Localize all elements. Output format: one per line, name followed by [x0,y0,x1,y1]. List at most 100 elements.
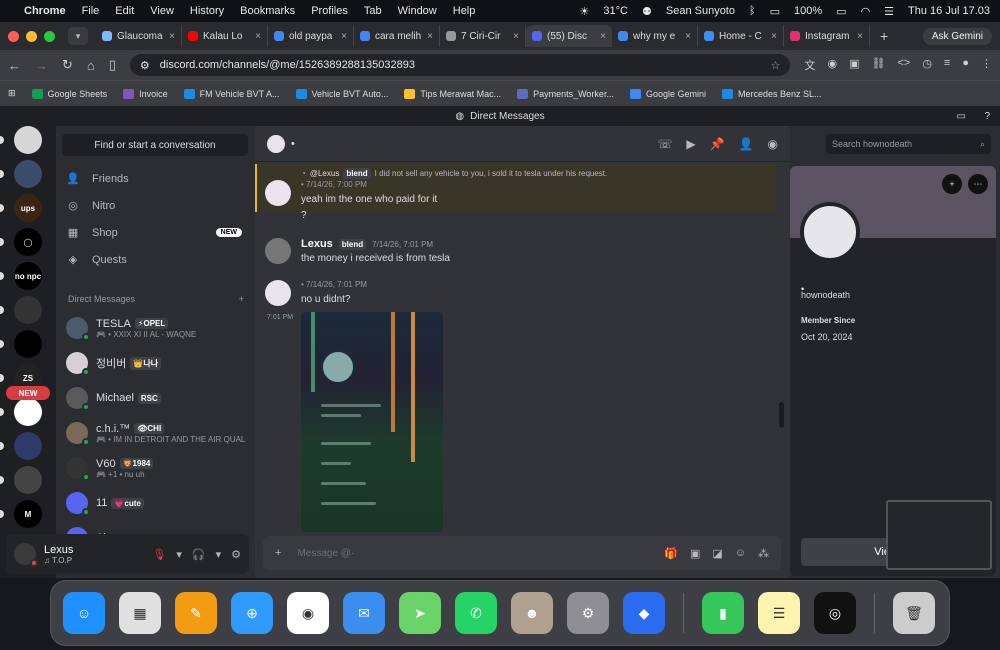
profile-avatar-large[interactable] [800,202,860,262]
settings-icon[interactable]: ⚙ [567,592,609,634]
close-tab-icon[interactable]: × [857,31,863,42]
tab-1[interactable]: Kalau Lo × [182,25,268,47]
close-tab-icon[interactable]: × [169,31,175,42]
trash-icon[interactable]: 🗑 [893,592,935,634]
tab-6[interactable]: why my e × [612,25,698,47]
tab-0[interactable]: Glaucoma × [96,25,182,47]
tab-4[interactable]: 7 Ciri-Cir × [440,25,526,47]
nav-shop[interactable]: ▦ Shop NEW [66,226,242,239]
wifi-icon[interactable]: ◠ [861,5,871,18]
message-avatar[interactable] [265,280,291,306]
apps-icon[interactable]: ⁂ [758,547,769,560]
menu-profiles[interactable]: Profiles [311,5,348,17]
code-icon[interactable]: <> [897,57,910,73]
nav-friends[interactable]: 👤 Friends [66,172,242,186]
control-center-icon[interactable]: ☰ [884,5,894,18]
numbers-icon[interactable]: ▮ [702,592,744,634]
site-info-icon[interactable]: ⚙ [140,59,150,72]
ask-gemini-button[interactable]: Ask Gemini [922,27,992,45]
server-icon[interactable]: no npc [14,262,42,290]
display-icon[interactable]: ▭ [770,5,780,18]
add-friend-icon[interactable]: + [942,174,962,194]
server-icon[interactable] [14,296,42,324]
server-icon[interactable] [14,432,42,460]
menu-dots-icon[interactable]: ⋮ [981,57,992,73]
forward-icon[interactable]: → [35,58,48,73]
add-dm-icon[interactable]: + [239,294,244,304]
search-input[interactable]: Search hownodeath ⌕ [826,134,991,154]
bookmark-item[interactable]: Mercedes Benz SL... [721,88,822,99]
bookmark-item[interactable]: Invoice [123,88,168,99]
headphones-menu-icon[interactable]: ▾ [216,548,222,561]
close-tab-icon[interactable]: × [600,31,606,42]
bookmark-item[interactable]: Google Gemini [629,88,706,99]
video-call-icon[interactable]: ▶ [686,137,695,151]
message-timestamp[interactable]: • 7/14/26, 7:01 PM [301,280,367,289]
pages-icon[interactable]: ✎ [175,592,217,634]
menu-history[interactable]: History [190,5,224,17]
translate-icon[interactable]: 文 [804,57,815,73]
dm-list-item[interactable]: 정비버 👑나나 [66,347,250,379]
launchpad-icon[interactable]: ▦ [119,592,161,634]
chrome-icon[interactable]: ◉ [287,592,329,634]
zoom-window-button[interactable] [44,30,55,42]
emoji-icon[interactable]: ☺ [735,547,746,560]
menu-app-name[interactable]: Chrome [24,5,66,17]
menu-view[interactable]: View [150,5,174,17]
spotify-icon[interactable]: ◎ [814,592,856,634]
voice-call-icon[interactable]: ☏ [657,137,672,151]
gif-icon[interactable]: ▣ [690,547,700,560]
sidepanel-icon[interactable]: ▯ [109,57,116,73]
settings-gear-icon[interactable]: ⚙ [231,548,241,561]
message-timestamp[interactable]: 7/14/26, 7:01 PM [372,240,433,249]
dm-list-item[interactable]: c.h.i.™ 👁CHI 🎮 • IM IN DETROIT AND THE AIR… [66,417,250,449]
chat-scrollbar[interactable] [779,402,784,428]
close-window-button[interactable] [8,30,19,42]
profile-username[interactable]: hownodeath [801,290,850,300]
close-tab-icon[interactable]: × [513,31,519,42]
tab-7[interactable]: Home - C × [698,25,784,47]
menu-bookmarks[interactable]: Bookmarks [240,5,295,17]
safari-icon[interactable]: ⊕ [231,592,273,634]
reading-list-icon[interactable]: ≡ [944,57,950,73]
add-friend-icon[interactable]: 👤 [739,137,754,151]
user-avatar[interactable] [14,543,38,567]
server-icon[interactable]: ◯ [14,228,42,256]
mail-icon[interactable]: ✉ [343,592,385,634]
tab-2[interactable]: old paypa × [268,25,354,47]
profile-avatar[interactable]: ● [962,57,969,73]
inbox-icon[interactable]: ▭ [957,111,966,122]
close-tab-icon[interactable]: × [255,31,261,42]
server-icon[interactable] [14,126,42,154]
menu-help[interactable]: Help [453,5,476,17]
notes-icon[interactable]: ☰ [758,592,800,634]
chat-avatar[interactable] [267,134,285,153]
find-conversation-input[interactable]: Find or start a conversation [62,134,248,156]
server-icon[interactable] [14,160,42,188]
server-icon[interactable] [14,466,42,494]
dm-list-item[interactable]: Michael RSC [66,382,250,414]
incognito-icon[interactable]: ◉ [827,57,837,73]
more-options-icon[interactable]: ⋯ [968,174,988,194]
menu-edit[interactable]: Edit [115,5,134,17]
bookmark-item[interactable]: Google Sheets [31,88,107,99]
mic-menu-icon[interactable]: ▾ [176,548,182,561]
back-icon[interactable]: ← [8,58,21,73]
close-tab-icon[interactable]: × [341,31,347,42]
reload-icon[interactable]: ↻ [62,57,73,73]
message-avatar[interactable] [265,238,291,264]
roblox-icon[interactable]: ◆ [623,592,665,634]
headphones-icon[interactable]: 🎧 [192,548,206,561]
bookmark-item[interactable]: Payments_Worker... [517,88,614,99]
minimize-window-button[interactable] [26,30,37,42]
profile-toggle-icon[interactable]: ◉ [768,137,778,151]
menu-window[interactable]: Window [398,5,437,17]
weather-temp[interactable]: 31°C [603,5,628,17]
nav-nitro[interactable]: ◎ Nitro [66,199,242,213]
whatsapp-icon[interactable]: ✆ [455,592,497,634]
reply-preview[interactable]: ◔ @Lexus blend I did not sell any vehicl… [301,168,607,179]
message-avatar[interactable] [265,180,291,206]
new-badge[interactable]: NEW [6,386,50,400]
nav-quests[interactable]: ◈ Quests [66,253,242,267]
apps-grid-icon[interactable]: ⊞ [8,88,16,99]
